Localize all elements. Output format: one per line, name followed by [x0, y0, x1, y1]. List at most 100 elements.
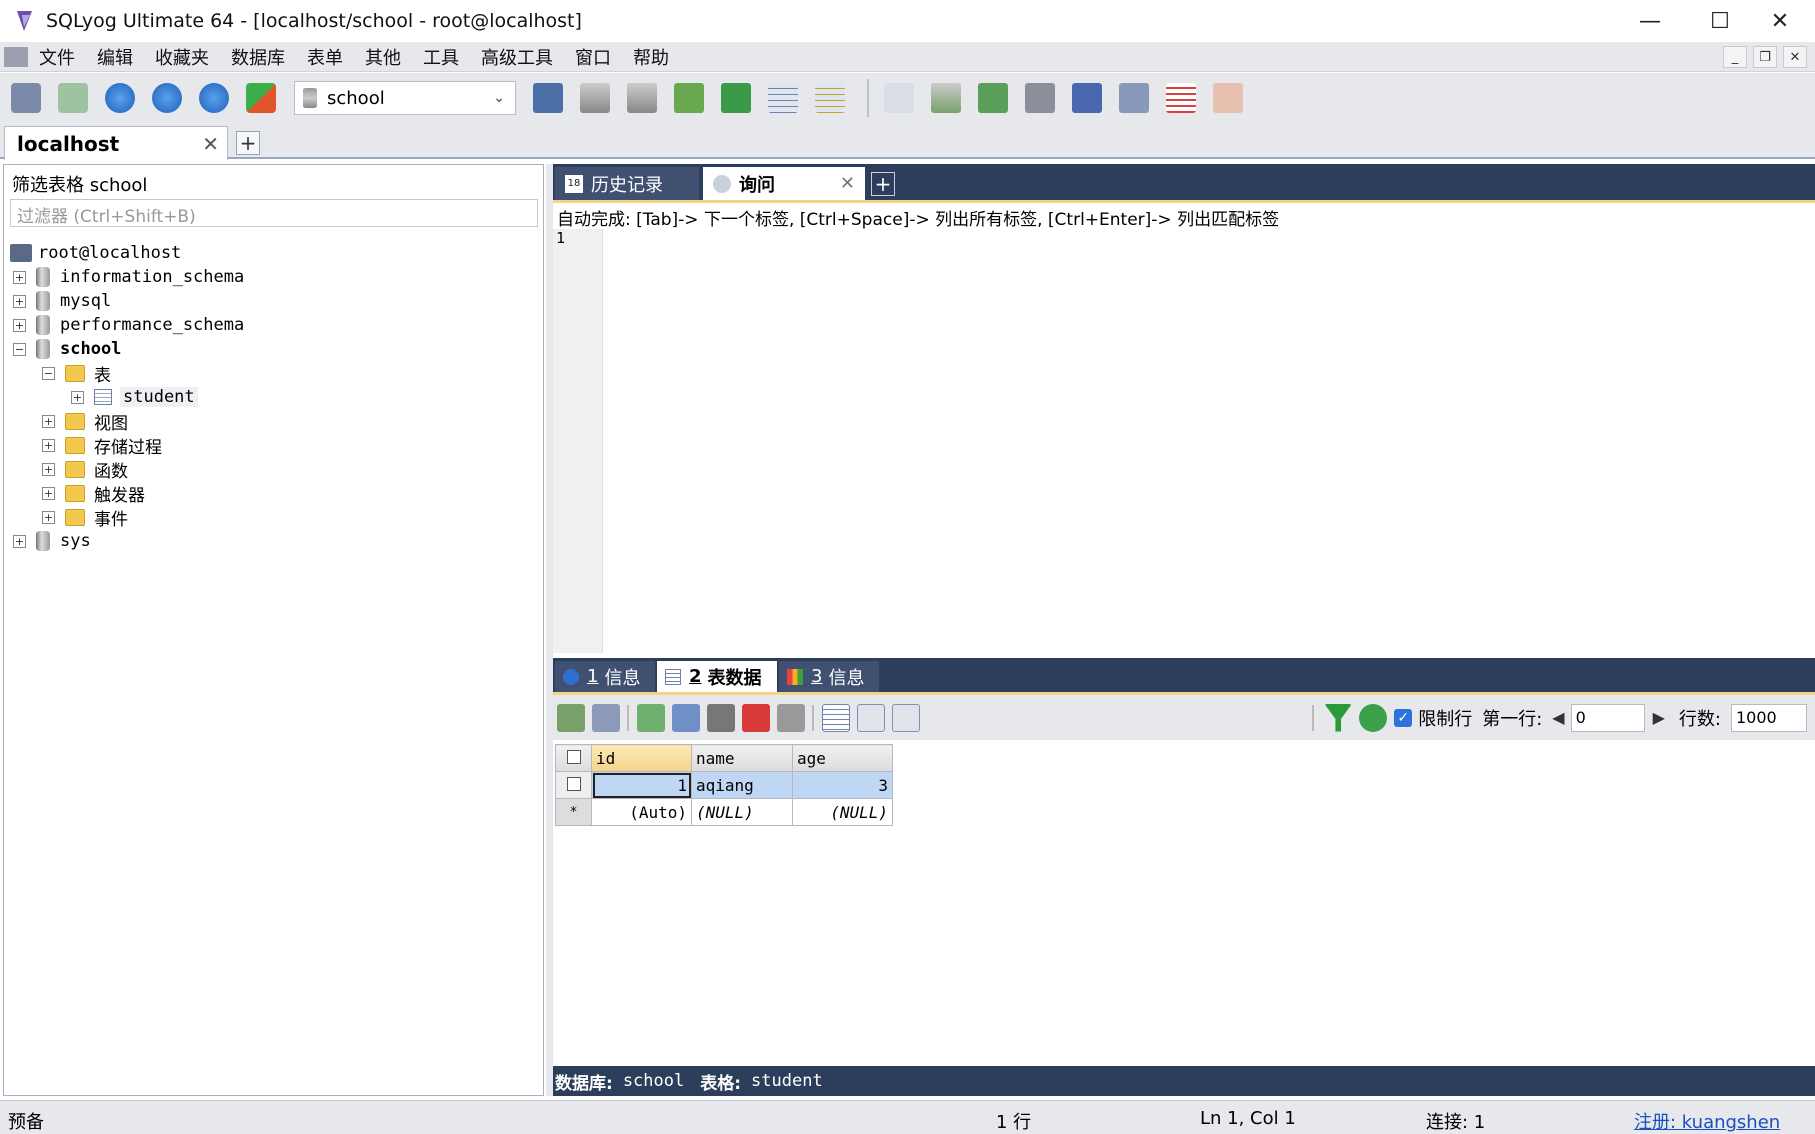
new-row[interactable]: * (Auto) (NULL) (NULL): [555, 798, 893, 826]
tree-db-performance-schema[interactable]: + performance_schema: [13, 313, 244, 337]
tree-folder-functions[interactable]: + 函数: [42, 457, 128, 482]
select-all-cell[interactable]: [555, 744, 592, 772]
menu-favorites[interactable]: 收藏夹: [144, 44, 220, 70]
menu-help[interactable]: 帮助: [622, 44, 680, 70]
collapse-icon[interactable]: −: [42, 366, 55, 380]
expand-icon[interactable]: +: [42, 462, 55, 476]
add-row-icon[interactable]: [637, 703, 665, 732]
tree-server[interactable]: root@localhost: [10, 241, 181, 265]
cell-age[interactable]: 3: [792, 771, 893, 799]
execute-query-button[interactable]: [100, 78, 140, 118]
schema-button[interactable]: [241, 78, 281, 118]
column-header-id[interactable]: id: [591, 744, 692, 772]
import-db-button[interactable]: [575, 78, 615, 118]
expand-icon[interactable]: +: [13, 318, 26, 332]
scheduler-button[interactable]: [879, 78, 919, 118]
form-view-icon[interactable]: [857, 703, 885, 732]
mdi-restore-button[interactable]: ❐: [1753, 46, 1777, 68]
prev-page-icon[interactable]: ◀: [1552, 708, 1564, 727]
tree-db-mysql[interactable]: + mysql: [13, 289, 111, 313]
collapse-icon[interactable]: −: [13, 342, 26, 356]
expand-icon[interactable]: +: [13, 534, 26, 548]
row-checkbox[interactable]: [566, 776, 581, 791]
process-button[interactable]: [1114, 78, 1154, 118]
column-header-age[interactable]: age: [792, 744, 893, 772]
table-data-button[interactable]: [763, 78, 803, 118]
tree-folder-procedures[interactable]: + 存储过程: [42, 433, 162, 458]
column-header-name[interactable]: name: [691, 744, 793, 772]
expand-icon[interactable]: +: [13, 270, 26, 284]
rows-input[interactable]: 1000: [1731, 703, 1807, 732]
restore-button[interactable]: [716, 78, 756, 118]
cell-id[interactable]: 1: [591, 771, 692, 799]
expand-icon[interactable]: +: [13, 294, 26, 308]
new-query-button[interactable]: [53, 78, 93, 118]
first-row-input[interactable]: 0: [1570, 703, 1645, 732]
schema-designer-button[interactable]: [1208, 78, 1248, 118]
export-db-button[interactable]: [622, 78, 662, 118]
row-select-cell[interactable]: [555, 771, 592, 799]
import-data-icon[interactable]: [592, 703, 620, 732]
sync-button[interactable]: [926, 78, 966, 118]
cell-name-null[interactable]: (NULL): [691, 798, 793, 826]
tab-table-data[interactable]: 2 表数据: [657, 661, 777, 692]
export-data-icon[interactable]: [557, 703, 585, 732]
report-button[interactable]: [1161, 78, 1201, 118]
tree-folder-views[interactable]: + 视图: [42, 409, 128, 434]
server-button[interactable]: [1067, 78, 1107, 118]
minimize-button[interactable]: —: [1615, 0, 1685, 42]
refresh-icon[interactable]: [1359, 703, 1388, 732]
add-connection-button[interactable]: +: [236, 131, 260, 155]
close-icon[interactable]: ✕: [840, 173, 855, 194]
menu-table[interactable]: 表单: [296, 44, 354, 70]
menu-database[interactable]: 数据库: [220, 44, 296, 70]
query-editor[interactable]: 自动完成: [Tab]-> 下一个标签, [Ctrl+Space]-> 列出所有…: [553, 200, 1815, 653]
close-icon[interactable]: ✕: [202, 132, 219, 156]
execute-all-button[interactable]: [147, 78, 187, 118]
compare-button[interactable]: [973, 78, 1013, 118]
menu-tools[interactable]: 工具: [412, 44, 470, 70]
tree-table-student[interactable]: + student: [71, 385, 198, 409]
mdi-minimize-button[interactable]: _: [1723, 46, 1747, 68]
duplicate-row-icon[interactable]: [672, 703, 700, 732]
tab-info-3[interactable]: 3 信息: [779, 661, 879, 692]
new-connection-button[interactable]: [6, 78, 46, 118]
mdi-doc-icon[interactable]: [4, 46, 28, 67]
tree-db-school[interactable]: − school: [13, 337, 121, 361]
tree-folder-tables[interactable]: − 表: [42, 361, 111, 386]
cell-age-null[interactable]: (NULL): [792, 798, 893, 826]
tab-history[interactable]: 18 历史记录: [555, 167, 699, 200]
cell-name[interactable]: aqiang: [691, 771, 793, 799]
select-all-checkbox[interactable]: [566, 749, 581, 764]
database-select[interactable]: school ⌄: [294, 81, 516, 115]
tree-folder-events[interactable]: + 事件: [42, 505, 128, 530]
tab-query[interactable]: 询问 ✕: [703, 167, 865, 200]
menu-file[interactable]: 文件: [28, 44, 86, 70]
expand-icon[interactable]: +: [42, 414, 55, 428]
tab-info-1[interactable]: 1 信息: [555, 661, 655, 692]
pane-splitter[interactable]: [546, 164, 553, 1096]
connection-tab[interactable]: localhost ✕: [4, 126, 228, 160]
copy-db-button[interactable]: [1020, 78, 1060, 118]
table-design-button[interactable]: [810, 78, 850, 118]
grid-view-icon[interactable]: [822, 703, 850, 732]
save-icon[interactable]: [707, 703, 735, 732]
backup-button[interactable]: [669, 78, 709, 118]
text-view-icon[interactable]: [892, 703, 920, 732]
menu-other[interactable]: 其他: [354, 44, 412, 70]
add-query-tab-button[interactable]: +: [871, 172, 895, 196]
delete-icon[interactable]: [742, 703, 770, 732]
table-row[interactable]: 1 aqiang 3: [555, 771, 893, 799]
mdi-close-button[interactable]: ✕: [1783, 46, 1807, 68]
next-page-icon[interactable]: ▶: [1653, 708, 1665, 727]
menu-advanced-tools[interactable]: 高级工具: [470, 44, 564, 70]
close-window-button[interactable]: ✕: [1745, 0, 1815, 42]
expand-icon[interactable]: +: [71, 390, 84, 404]
expand-icon[interactable]: +: [42, 438, 55, 452]
limit-rows-checkbox[interactable]: ✓: [1394, 708, 1413, 727]
registration-link[interactable]: 注册: kuangshen: [1634, 1108, 1780, 1134]
cancel-icon[interactable]: [777, 703, 805, 732]
cell-id-auto[interactable]: (Auto): [591, 798, 692, 826]
user-manager-button[interactable]: [528, 78, 568, 118]
tree-db-sys[interactable]: + sys: [13, 529, 91, 553]
